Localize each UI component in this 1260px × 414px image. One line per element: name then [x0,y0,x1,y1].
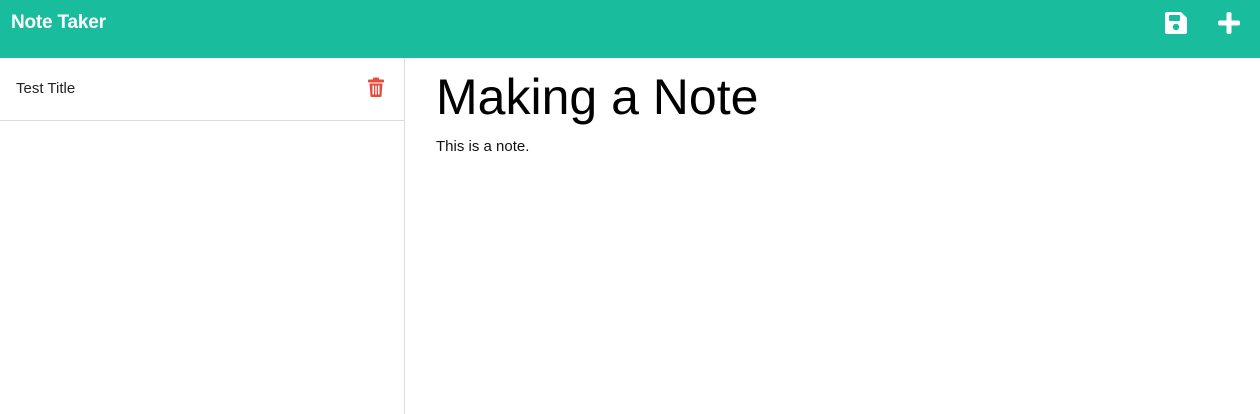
save-icon[interactable] [1163,10,1189,36]
note-editor: Making a Note This is a note. [405,58,1260,414]
plus-icon[interactable] [1216,10,1242,36]
list-item[interactable]: Test Title [0,58,404,121]
app-brand[interactable]: Note Taker [11,12,106,34]
notes-sidebar: Test Title [0,58,405,414]
note-text-area[interactable]: This is a note. [436,137,529,157]
trash-icon[interactable] [368,77,384,97]
note-title-input[interactable]: Making a Note [436,69,758,125]
note-list-title[interactable]: Test Title [16,79,75,99]
navbar: Note Taker [0,0,1260,58]
